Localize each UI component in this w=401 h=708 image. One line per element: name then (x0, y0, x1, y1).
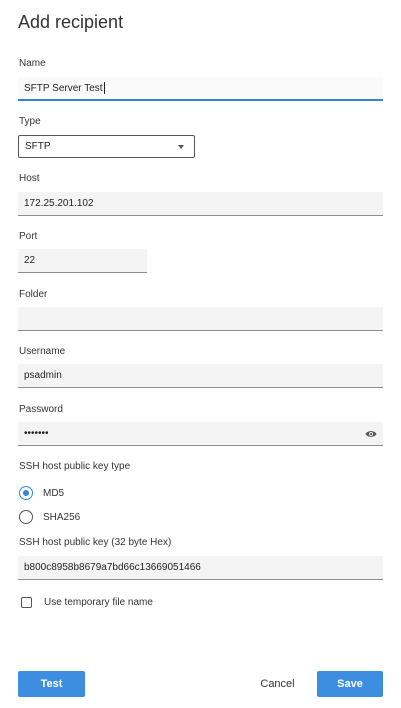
type-select[interactable]: SFTP (18, 135, 195, 158)
host-label: Host (19, 173, 40, 184)
password-value: ••••••• (24, 428, 49, 439)
type-selected-value: SFTP (25, 141, 51, 152)
radio-sha256[interactable]: SHA256 (19, 508, 80, 526)
add-recipient-dialog: Add recipient Name SFTP Server Test Type… (0, 0, 401, 708)
ssh-key-label: SSH host public key (32 byte Hex) (19, 537, 172, 548)
port-label: Port (19, 231, 38, 242)
text-caret (103, 82, 105, 95)
folder-field[interactable] (18, 307, 383, 331)
port-field[interactable]: 22 (18, 249, 147, 273)
cancel-button[interactable]: Cancel (250, 671, 305, 697)
test-button[interactable]: Test (18, 671, 85, 697)
ssh-key-type-label: SSH host public key type (19, 461, 131, 472)
save-button[interactable]: Save (317, 671, 383, 697)
name-value: SFTP Server Test (24, 83, 103, 94)
host-field[interactable]: 172.25.201.102 (18, 192, 383, 216)
radio-button[interactable] (19, 510, 33, 524)
name-field[interactable]: SFTP Server Test (18, 77, 383, 101)
radio-button[interactable] (19, 486, 33, 500)
temp-file-option[interactable]: Use temporary file name (21, 597, 153, 608)
dropdown-arrow-icon (178, 145, 184, 149)
radio-label: SHA256 (43, 511, 81, 523)
type-label: Type (19, 116, 41, 127)
ssh-key-field[interactable]: b800c8958b8679a7bd66c13669051466 (18, 556, 383, 580)
folder-label: Folder (19, 289, 48, 300)
username-field[interactable]: psadmin (18, 364, 383, 388)
temp-file-label: Use temporary file name (44, 597, 153, 608)
radio-md5[interactable]: MD5 (19, 484, 64, 502)
name-label: Name (19, 58, 46, 69)
radio-label: MD5 (43, 487, 65, 499)
password-field[interactable]: ••••••• (18, 422, 383, 446)
eye-icon[interactable] (365, 429, 377, 439)
dialog-title: Add recipient (18, 12, 124, 32)
username-label: Username (19, 346, 66, 357)
temp-file-checkbox[interactable] (21, 597, 32, 608)
password-label: Password (19, 404, 63, 415)
